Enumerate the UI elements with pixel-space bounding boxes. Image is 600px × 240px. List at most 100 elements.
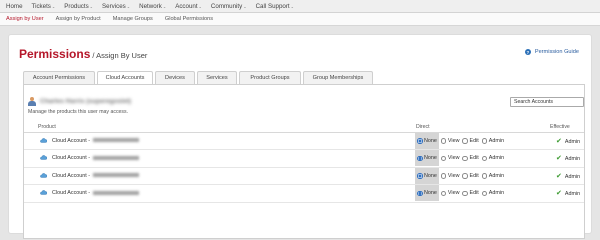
radio-edit[interactable] xyxy=(462,190,468,196)
radio-none[interactable] xyxy=(417,155,423,161)
radio-label: View xyxy=(447,172,460,179)
subnav-item-global-permissions[interactable]: Global Permissions xyxy=(165,16,213,22)
radio-label: Edit xyxy=(469,190,479,197)
radio-option-admin[interactable]: Admin xyxy=(481,190,505,197)
radio-view[interactable] xyxy=(440,155,447,161)
radio-admin[interactable] xyxy=(481,155,488,161)
cloud-icon xyxy=(40,190,48,196)
nav-item-account[interactable]: Account⌄ xyxy=(175,3,202,10)
sub-navigation: Assign by User Assign by Product Manage Gr… xyxy=(0,13,600,26)
radio-none[interactable] xyxy=(417,173,423,179)
radio-option-none[interactable]: None xyxy=(415,150,439,167)
top-navigation: Home Tickets⌄ Products⌄ Services⌄ Network⌄ Ac… xyxy=(0,0,600,13)
search-accounts-input[interactable] xyxy=(510,97,584,107)
radio-admin[interactable] xyxy=(481,173,488,179)
effective-value: Admin xyxy=(564,191,581,198)
radio-label: Admin xyxy=(488,155,505,162)
nav-item-label: Home xyxy=(6,2,23,10)
radio-label: Admin xyxy=(488,190,505,197)
radio-label: None xyxy=(424,155,437,162)
radio-option-view[interactable]: View xyxy=(440,137,460,144)
user-header: Charles Harris (superegoslet) xyxy=(28,97,131,106)
radio-option-none[interactable]: None xyxy=(415,167,439,184)
tab-bar: Account Permissions Cloud Accounts Devices… xyxy=(23,71,375,84)
account-name: Cloud Account - xyxy=(52,190,91,197)
tab-devices[interactable]: Devices xyxy=(155,71,195,84)
radio-admin[interactable] xyxy=(481,190,488,196)
table-header-row: Product Direct Effective xyxy=(24,123,584,133)
nav-item-label: Network xyxy=(139,2,162,10)
radio-option-view[interactable]: View xyxy=(440,190,459,196)
radio-label: Edit xyxy=(469,137,479,144)
nav-item-products[interactable]: Products⌄ xyxy=(64,3,93,10)
tab-cloud-accounts[interactable]: Cloud Accounts xyxy=(97,71,153,84)
effective-permission-cell: ✔ Admin xyxy=(550,167,584,185)
chevron-down-icon: ⌄ xyxy=(243,3,247,9)
radio-option-edit[interactable]: Edit xyxy=(462,155,479,162)
tab-account-permissions[interactable]: Account Permissions xyxy=(23,71,95,84)
radio-label: Admin xyxy=(488,172,505,179)
radio-view[interactable] xyxy=(440,190,447,196)
radio-label: Edit xyxy=(469,155,479,162)
permission-guide-link[interactable]: ? Permission Guide xyxy=(524,49,579,55)
chevron-down-icon: ⌄ xyxy=(126,3,131,9)
nav-item-call-support[interactable]: Call Support⌄ xyxy=(256,3,294,10)
nav-item-label: Tickets xyxy=(31,2,51,10)
radio-option-none[interactable]: None xyxy=(415,185,439,202)
subnav-item-manage-groups[interactable]: Manage Groups xyxy=(113,16,153,22)
subnav-item-assign-by-user[interactable]: Assign by User xyxy=(6,16,44,22)
column-header-direct: Direct xyxy=(416,123,550,133)
user-avatar-icon xyxy=(28,97,36,106)
radio-none[interactable] xyxy=(417,190,423,196)
radio-label: View xyxy=(447,137,460,144)
radio-edit[interactable] xyxy=(462,138,468,144)
table-row: Cloud Account - None View Edit Admin ✔ Admin xyxy=(24,184,584,203)
nav-item-network[interactable]: Network⌄ xyxy=(139,3,166,10)
radio-option-edit[interactable]: Edit xyxy=(462,137,479,144)
page-title-sub: / Assign By User xyxy=(92,51,148,60)
nav-item-services[interactable]: Services⌄ xyxy=(102,3,130,10)
radio-edit[interactable] xyxy=(462,155,468,161)
subnav-item-assign-by-product[interactable]: Assign by Product xyxy=(56,16,101,22)
radio-view[interactable] xyxy=(440,138,447,144)
product-cell: Cloud Account - xyxy=(24,167,416,185)
product-cell: Cloud Account - xyxy=(24,132,416,150)
account-id-redacted xyxy=(93,173,140,178)
radio-label: View xyxy=(447,155,460,162)
tab-product-groups[interactable]: Product Groups xyxy=(239,71,301,84)
radio-option-admin[interactable]: Admin xyxy=(481,172,505,179)
column-header-product: Product xyxy=(24,123,416,133)
radio-option-edit[interactable]: Edit xyxy=(462,173,479,179)
page-title: Permissions / Assign By User xyxy=(19,47,147,61)
tab-content: Charles Harris (superegoslet) Manage the… xyxy=(23,84,585,239)
effective-permission-cell: ✔ Admin xyxy=(550,149,584,168)
account-id-redacted xyxy=(93,190,140,195)
table-row: Cloud Account - None View Edit Admin ✔ Admin xyxy=(24,167,584,185)
nav-item-tickets[interactable]: Tickets⌄ xyxy=(32,3,56,10)
account-name: Cloud Account - xyxy=(52,137,91,144)
tab-services[interactable]: Services xyxy=(197,71,237,84)
page-title-main: Permissions xyxy=(19,47,91,61)
tab-group-memberships[interactable]: Group Memberships xyxy=(303,71,373,84)
direct-permission-cell: None View Edit Admin xyxy=(415,132,550,150)
column-header-effective: Effective xyxy=(550,123,584,133)
cloud-icon xyxy=(40,173,48,178)
radio-admin[interactable] xyxy=(481,138,488,144)
account-name: Cloud Account - xyxy=(52,155,91,162)
direct-permission-cell: None View Edit Admin xyxy=(415,167,550,185)
radio-option-edit[interactable]: Edit xyxy=(462,190,479,197)
direct-permission-cell: None View Edit Admin xyxy=(415,184,550,203)
radio-option-view[interactable]: View xyxy=(440,155,460,162)
chevron-down-icon: ⌄ xyxy=(162,3,167,9)
product-cell: Cloud Account - xyxy=(24,149,416,168)
radio-edit[interactable] xyxy=(462,173,468,179)
radio-none[interactable] xyxy=(417,138,423,144)
radio-option-admin[interactable]: Admin xyxy=(481,155,505,162)
nav-item-community[interactable]: Community⌄ xyxy=(211,3,247,10)
nav-item-home[interactable]: Home xyxy=(6,3,23,10)
radio-option-view[interactable]: View xyxy=(440,172,460,179)
radio-option-admin[interactable]: Admin xyxy=(481,138,504,144)
radio-view[interactable] xyxy=(440,173,447,179)
chevron-down-icon: ⌄ xyxy=(198,3,202,9)
radio-option-none[interactable]: None xyxy=(415,132,439,149)
